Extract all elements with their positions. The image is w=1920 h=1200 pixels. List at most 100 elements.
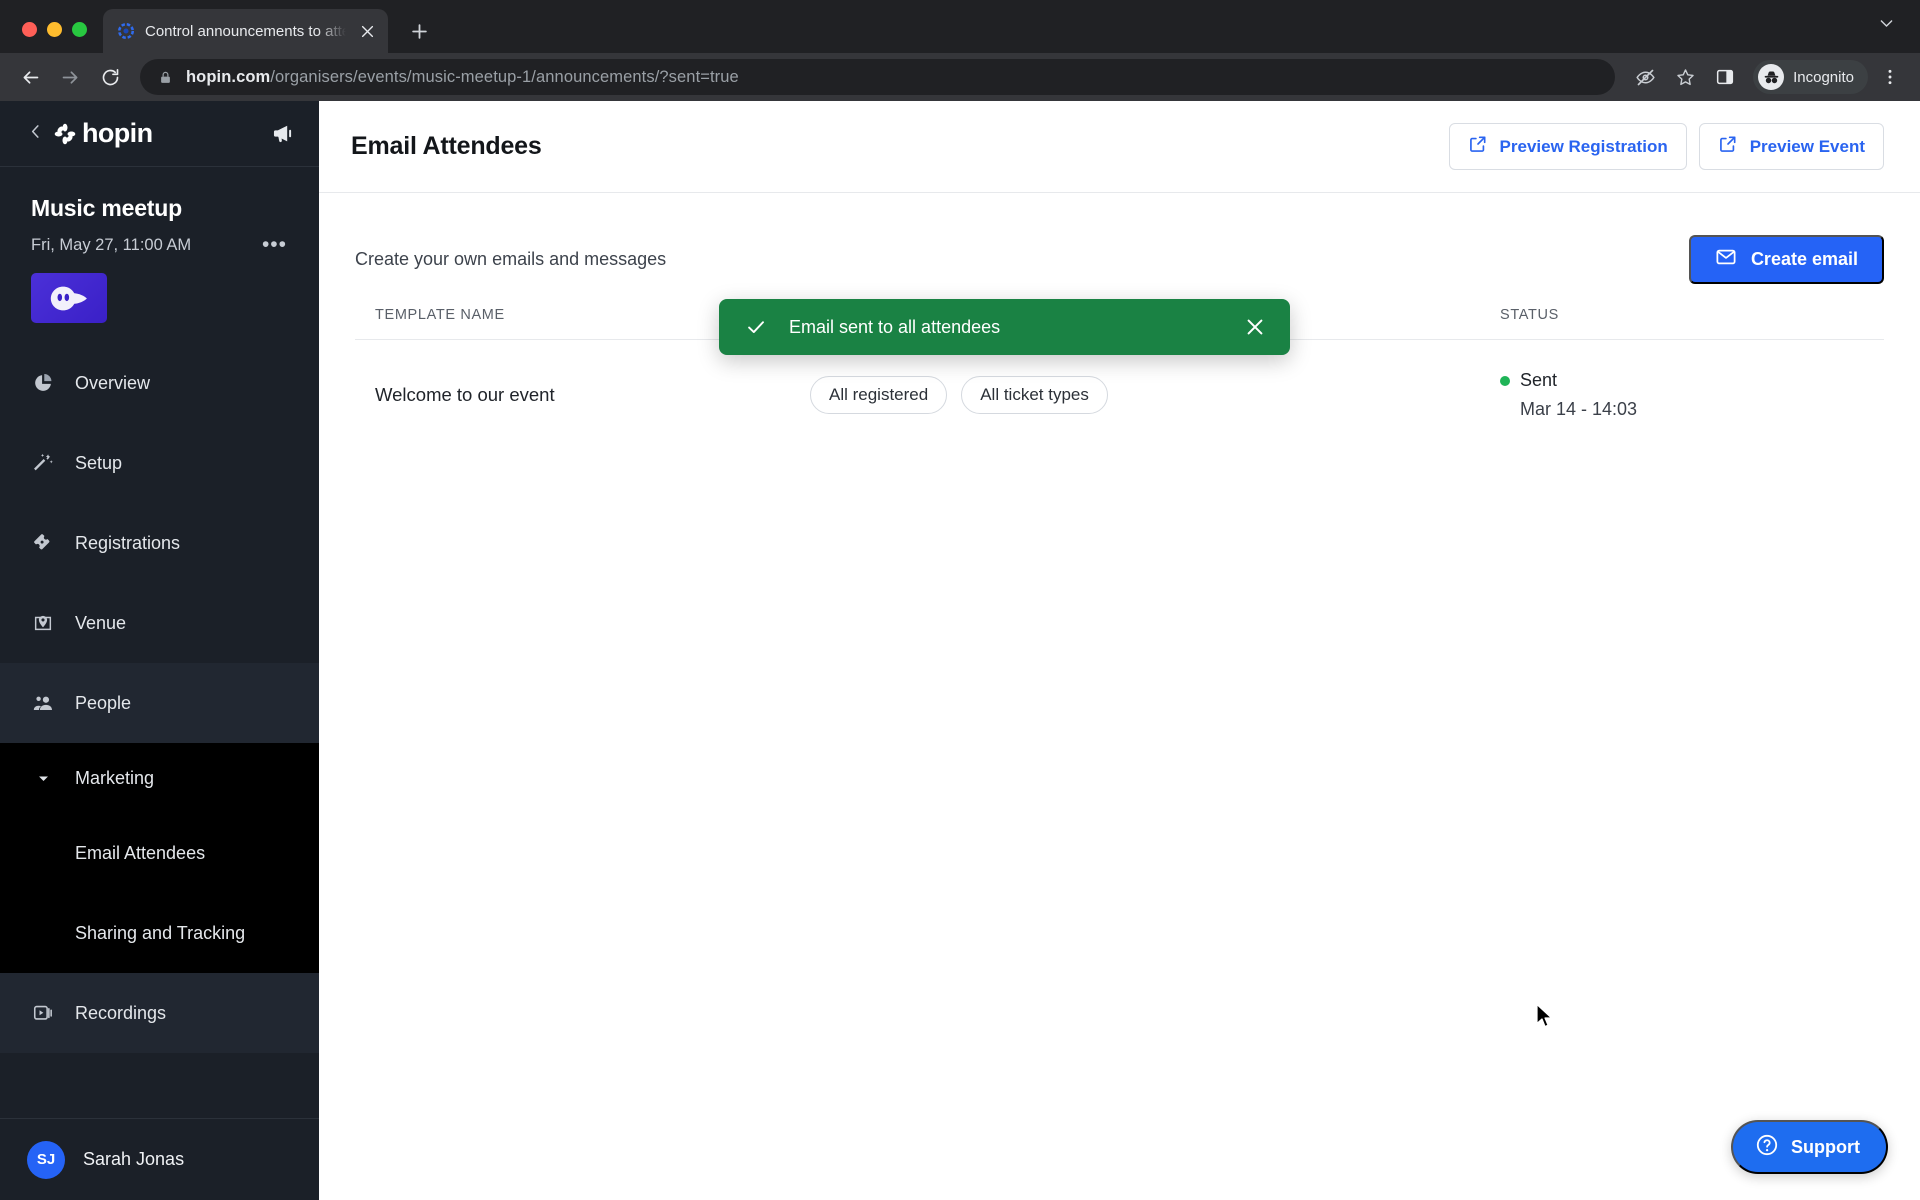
sidebar-brand-text: hopin (82, 118, 153, 148)
create-email-button[interactable]: Create email (1688, 234, 1884, 284)
close-icon[interactable] (1242, 314, 1268, 340)
sidebar-header: hopin (0, 101, 319, 167)
map-pin-icon (31, 611, 55, 635)
mouse-cursor (1535, 1003, 1555, 1031)
question-circle-icon (1755, 1133, 1779, 1162)
hopin-brand[interactable]: hopin (53, 118, 153, 149)
url-path: /organisers/events/music-meetup-1/announ… (270, 67, 739, 86)
hopin-favicon-icon (117, 22, 135, 40)
back-arrow-icon[interactable] (12, 59, 48, 95)
status-date: Mar 14 - 14:03 (1520, 399, 1638, 419)
plus-icon[interactable] (402, 14, 436, 48)
sidebar-user[interactable]: SJ Sarah Jonas (0, 1118, 319, 1200)
cell-template-name: Welcome to our event (375, 384, 555, 405)
address-bar[interactable]: hopin.com/organisers/events/music-meetup… (140, 59, 1616, 95)
browser-tab-title: Control announcements to atte (145, 22, 346, 40)
url-host: hopin.com (186, 67, 271, 86)
sidebar-group-label: Marketing (75, 767, 155, 788)
status-line: Sent (1500, 370, 1884, 391)
sidebar-item-label: Recordings (75, 1002, 167, 1023)
chevron-left-icon[interactable] (28, 124, 43, 143)
recordings-icon (31, 1001, 55, 1025)
side-panel-icon[interactable] (1707, 59, 1743, 95)
browser-window: Control announcements to atte hopin.com/… (0, 0, 1920, 1200)
sidebar-subitem-label: Email Attendees (75, 842, 206, 863)
chevron-down-icon[interactable] (1868, 5, 1904, 41)
address-bar-url: hopin.com/organisers/events/music-meetup… (186, 68, 739, 87)
sidebar-group-marketing-toggle[interactable]: Marketing (0, 743, 319, 813)
star-icon[interactable] (1667, 59, 1703, 95)
cell-status: Sent Mar 14 - 14:03 (1500, 370, 1884, 420)
sidebar-user-name: Sarah Jonas (83, 1149, 185, 1169)
main-content: Email Attendees Preview Registration Pre… (319, 101, 1920, 1200)
sidebar-item-label: People (75, 692, 132, 713)
hopin-logo-icon (53, 122, 77, 146)
minimize-window-button[interactable] (47, 22, 62, 37)
support-button[interactable]: Support (1731, 1120, 1888, 1174)
preview-event-label: Preview Event (1749, 136, 1865, 156)
table-row[interactable]: Welcome to our event All registered All … (355, 340, 1884, 454)
close-icon[interactable] (356, 20, 378, 42)
event-title: Music meetup (31, 195, 182, 221)
envelope-icon (1715, 246, 1737, 273)
sidebar-item-registrations[interactable]: Registrations (0, 503, 319, 583)
sidebar-item-label: Setup (75, 452, 123, 473)
sidebar-item-label: Venue (75, 612, 127, 633)
maximize-window-button[interactable] (72, 22, 87, 37)
page-title: Email Attendees (351, 132, 542, 160)
content-subtitle: Create your own emails and messages (355, 248, 667, 269)
support-label: Support (1791, 1136, 1860, 1157)
forward-arrow-icon[interactable] (52, 59, 88, 95)
sidebar-item-people[interactable]: People (0, 663, 319, 743)
caret-down-icon (31, 772, 55, 785)
sidebar-item-label: Registrations (75, 532, 181, 553)
sidebar-item-recordings[interactable]: Recordings (0, 973, 319, 1053)
close-window-button[interactable] (22, 22, 37, 37)
preview-registration-button[interactable]: Preview Registration (1448, 123, 1687, 170)
external-link-icon (1718, 134, 1738, 159)
sidebar-subitem-label: Sharing and Tracking (75, 922, 246, 943)
browser-tabstrip: Control announcements to atte (0, 0, 1920, 53)
cell-audience: All registered All ticket types (810, 376, 1500, 414)
browser-tab[interactable]: Control announcements to atte (103, 9, 388, 53)
sidebar-item-sharing-and-tracking[interactable]: Sharing and Tracking (0, 893, 319, 973)
magic-wand-icon (31, 451, 55, 475)
preview-event-button[interactable]: Preview Event (1698, 123, 1884, 170)
check-icon (745, 316, 767, 338)
sidebar-nav: Overview Setup Registrations Venue Peopl… (0, 343, 319, 1053)
lock-icon (156, 68, 174, 86)
main-header: Email Attendees Preview Registration Pre… (319, 101, 1920, 193)
audience-pill-all-ticket-types: All ticket types (961, 376, 1108, 414)
eye-slash-icon[interactable] (1627, 59, 1663, 95)
reload-icon[interactable] (92, 59, 128, 95)
audience-pills: All registered All ticket types (810, 376, 1500, 414)
header-actions: Preview Registration Preview Event (1448, 123, 1884, 170)
create-email-label: Create email (1750, 248, 1858, 269)
sidebar-item-venue[interactable]: Venue (0, 583, 319, 663)
incognito-indicator[interactable]: Incognito (1753, 60, 1868, 94)
more-horizontal-icon[interactable]: ••• (262, 235, 291, 255)
pie-chart-icon (31, 371, 55, 395)
event-thumbnail-ghost-icon[interactable] (31, 273, 107, 323)
sidebar-event-info: Music meetup Fri, May 27, 11:00 AM ••• (0, 167, 319, 323)
incognito-label: Incognito (1793, 68, 1854, 86)
toast-message: Email sent to all attendees (789, 316, 1001, 337)
browser-toolbar: hopin.com/organisers/events/music-meetup… (0, 53, 1920, 101)
sidebar-item-overview[interactable]: Overview (0, 343, 319, 423)
tabstrip-right-area (1868, 5, 1920, 53)
kebab-menu-icon[interactable] (1872, 59, 1908, 95)
sidebar-item-setup[interactable]: Setup (0, 423, 319, 503)
audience-pill-all-registered: All registered (810, 376, 948, 414)
status-badge: Sent Mar 14 - 14:03 (1500, 370, 1884, 420)
event-date-row: Fri, May 27, 11:00 AM ••• (31, 235, 291, 255)
sidebar-item-label: Overview (75, 372, 151, 393)
page-viewport: hopin Music meetup Fri, May 27, 11:00 AM… (0, 101, 1920, 1200)
toast-notification: Email sent to all attendees (719, 299, 1290, 355)
window-traffic-lights (12, 22, 103, 53)
ticket-icon (31, 531, 55, 555)
megaphone-icon[interactable] (269, 121, 295, 147)
sidebar: hopin Music meetup Fri, May 27, 11:00 AM… (0, 101, 319, 1200)
sidebar-item-email-attendees[interactable]: Email Attendees (0, 813, 319, 893)
status-dot-icon (1500, 375, 1510, 386)
external-link-icon (1468, 134, 1488, 159)
